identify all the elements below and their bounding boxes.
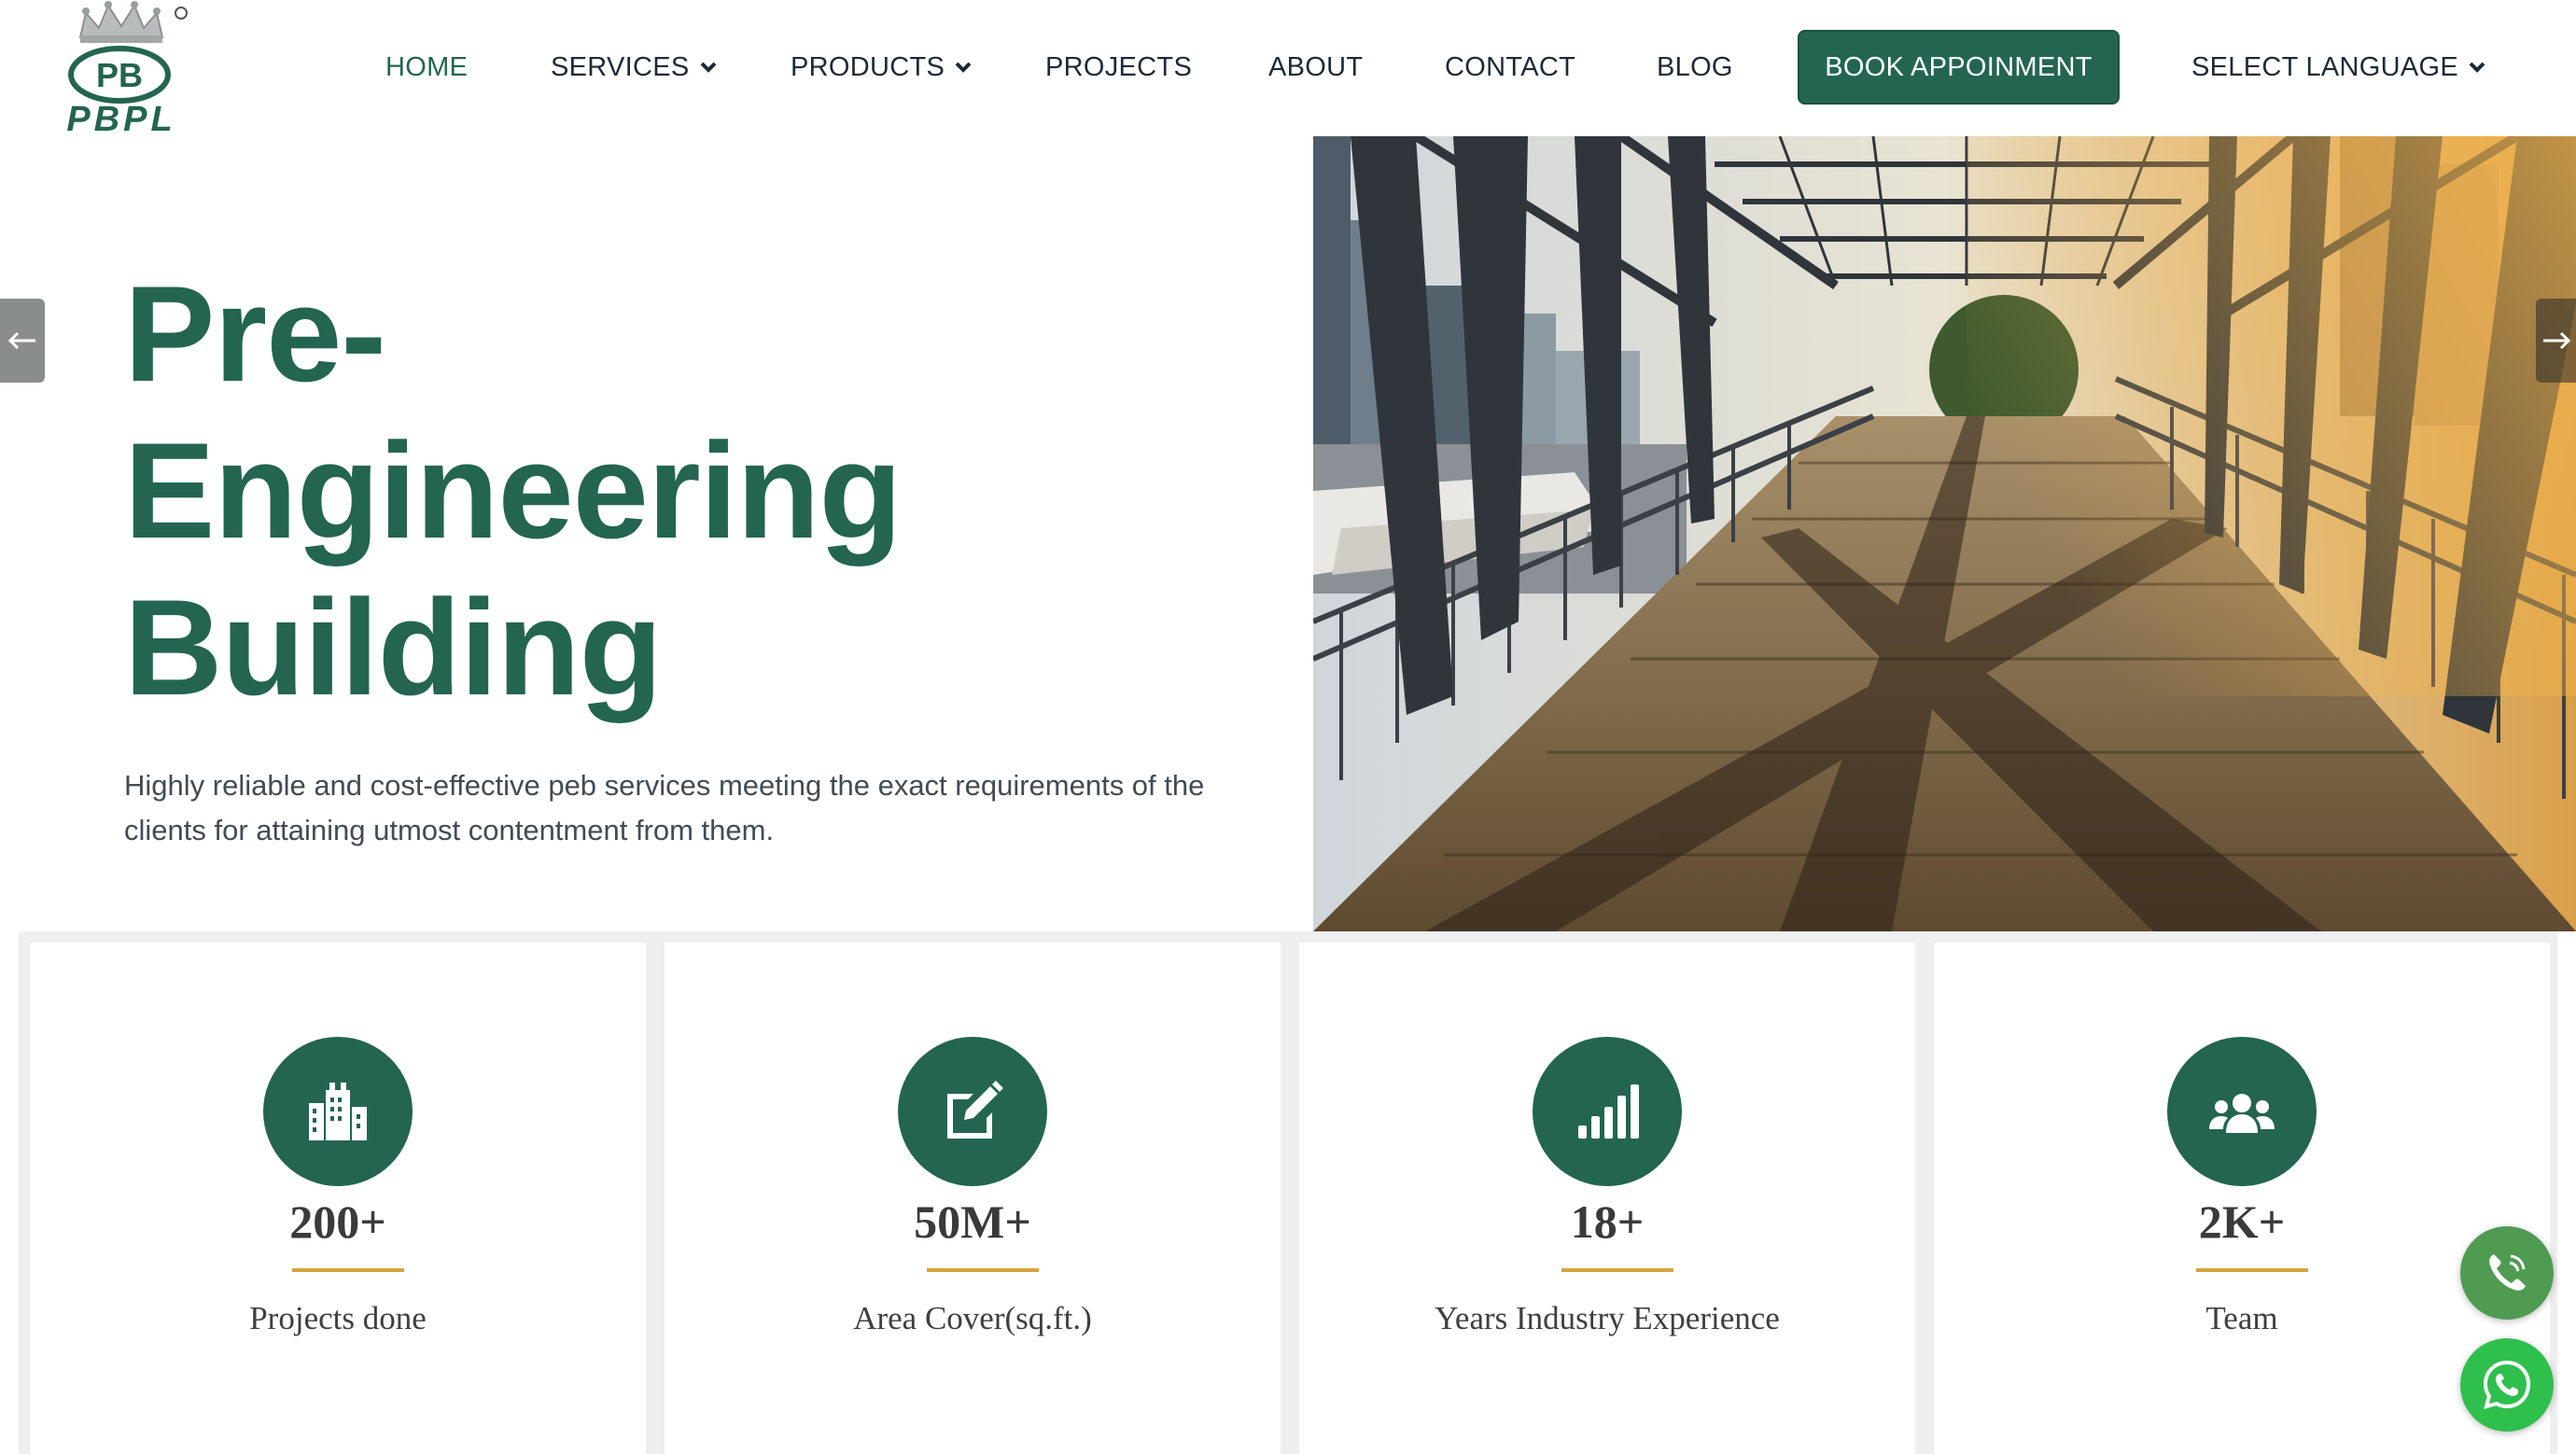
stat-card-experience: 18+ Years Industry Experience [1299, 943, 1915, 1454]
team-icon [2167, 1037, 2317, 1186]
stat-label: Years Industry Experience [1435, 1300, 1780, 1336]
whatsapp-button[interactable] [2460, 1338, 2554, 1432]
nav-products-label: PRODUCTS [791, 52, 945, 82]
nav-contact-label: CONTACT [1445, 52, 1576, 82]
edit-icon [898, 1037, 1047, 1186]
chevron-down-icon [699, 58, 718, 77]
stat-divider [927, 1268, 1039, 1272]
stat-value: 18+ [1570, 1195, 1645, 1248]
stat-divider [292, 1268, 404, 1272]
stat-label: Projects done [249, 1300, 427, 1336]
book-appointment-button[interactable]: BOOK APPOINMENT [1798, 30, 2120, 105]
stat-value: 200+ [289, 1195, 386, 1248]
language-select-label: SELECT LANGUAGE [2191, 52, 2459, 82]
nav-home[interactable]: HOME [385, 49, 468, 86]
stat-divider [2196, 1268, 2308, 1272]
nav-products[interactable]: PRODUCTS [791, 49, 973, 86]
hero-title-line: Pre- [124, 258, 386, 410]
nav-projects[interactable]: PROJECTS [1045, 49, 1192, 86]
nav-about[interactable]: ABOUT [1268, 49, 1363, 86]
hero-title-line: Building [124, 571, 663, 723]
stat-label: Area Cover(sq.ft.) [853, 1300, 1092, 1336]
whatsapp-icon [2483, 1360, 2531, 1409]
logo-wordmark: PBPL [66, 100, 175, 136]
nav-about-label: ABOUT [1268, 52, 1364, 82]
logo-badge-text: PB [96, 56, 143, 94]
call-button[interactable] [2460, 1226, 2554, 1320]
hero-title-line: Engineering [124, 414, 903, 566]
stat-value: 50M+ [914, 1195, 1031, 1248]
slider-next-button[interactable] [2536, 299, 2576, 383]
stat-card-team: 2K+ Team [1934, 943, 2550, 1454]
stat-divider [1561, 1268, 1673, 1272]
arrow-left-icon [7, 331, 35, 350]
stat-value: 2K+ [2198, 1195, 2286, 1248]
stats-section: 200+ Projects done 50M+ Area Cover(sq.ft… [19, 931, 2557, 1454]
nav-home-label: HOME [385, 52, 469, 82]
building-icon [263, 1037, 413, 1186]
logo-icon: PB PBPL [66, 1, 188, 136]
signal-bars-icon [1533, 1037, 1682, 1186]
nav-contact[interactable]: CONTACT [1445, 49, 1575, 86]
site-header: PB PBPL HOME SERVICES PRODUCTS PROJECTS … [0, 0, 2576, 136]
hero-image [1313, 136, 2576, 931]
arrow-right-icon [2542, 331, 2570, 350]
phone-icon [2489, 1254, 2526, 1291]
hero-title: Pre- Engineering Building [124, 256, 1244, 726]
chevron-down-icon [954, 58, 973, 77]
slider-prev-button[interactable] [0, 299, 45, 383]
nav-blog-label: BLOG [1657, 52, 1733, 82]
hero-description: Highly reliable and cost-effective peb s… [124, 769, 1205, 846]
nav-services[interactable]: SERVICES [551, 49, 718, 86]
nav-projects-label: PROJECTS [1045, 52, 1193, 82]
hero-section: Pre- Engineering Building Highly reliabl… [0, 136, 1313, 931]
stat-card-area: 50M+ Area Cover(sq.ft.) [665, 943, 1281, 1454]
stat-label: Team [2205, 1300, 2278, 1336]
language-select[interactable]: SELECT LANGUAGE [2191, 49, 2486, 86]
nav-blog[interactable]: BLOG [1657, 49, 1733, 86]
stat-card-projects: 200+ Projects done [30, 943, 646, 1454]
nav-services-label: SERVICES [551, 52, 690, 82]
chevron-down-icon [2468, 58, 2486, 77]
logo[interactable]: PB PBPL [52, 0, 192, 136]
